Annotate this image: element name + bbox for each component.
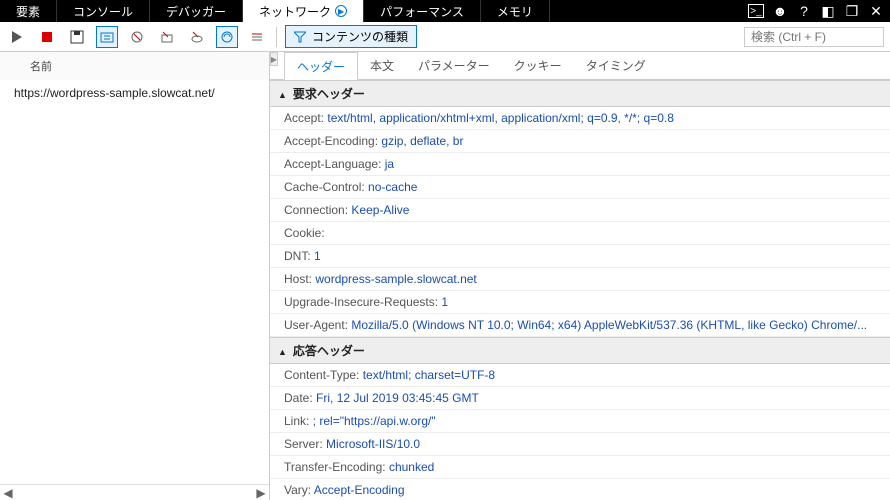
header-key: User-Agent:: [284, 318, 348, 332]
header-value: Accept-Encoding: [314, 483, 405, 497]
header-row[interactable]: Upgrade-Insecure-Requests: 1: [270, 291, 890, 314]
header-key: Upgrade-Insecure-Requests:: [284, 295, 438, 309]
header-key: Connection:: [284, 203, 348, 217]
tab-elements[interactable]: 要素: [0, 0, 57, 22]
header-key: Accept:: [284, 111, 324, 125]
header-value: chunked: [389, 460, 434, 474]
name-column-header[interactable]: 名前: [0, 52, 269, 80]
header-row[interactable]: Host: wordpress-sample.slowcat.net: [270, 268, 890, 291]
collapse-triangle-icon: ▲: [278, 347, 287, 357]
header-row[interactable]: Content-Type: text/html; charset=UTF-8: [270, 364, 890, 387]
top-right-controls: >_ ☻ ? ◧ ❐ ✕: [742, 0, 890, 22]
network-play-icon: ▶: [335, 5, 347, 17]
header-row[interactable]: User-Agent: Mozilla/5.0 (Windows NT 10.0…: [270, 314, 890, 337]
header-row[interactable]: Link: ; rel="https://api.w.org/": [270, 410, 890, 433]
header-value: gzip, deflate, br: [381, 134, 463, 148]
feedback-icon[interactable]: ☻: [772, 3, 788, 19]
tab-debugger[interactable]: デバッガー: [150, 0, 243, 22]
tab-body[interactable]: 本文: [358, 52, 406, 79]
clear-cache-button[interactable]: [156, 26, 178, 48]
close-icon[interactable]: ✕: [868, 3, 884, 20]
request-headers-section[interactable]: ▲要求ヘッダー: [270, 80, 890, 107]
play-pause-button[interactable]: [6, 26, 28, 48]
header-value: Microsoft-IIS/10.0: [326, 437, 420, 451]
tab-network-label: ネットワーク: [259, 3, 331, 20]
clear-entries-button[interactable]: [246, 26, 268, 48]
horizontal-scrollbar[interactable]: ◀ ▶: [0, 484, 269, 500]
undock-icon[interactable]: ❐: [844, 3, 860, 20]
header-value: text/html, application/xhtml+xml, applic…: [327, 111, 674, 125]
tab-timing[interactable]: タイミング: [574, 52, 658, 79]
clear-session-button[interactable]: [126, 26, 148, 48]
dock-icon[interactable]: ◧: [820, 3, 836, 20]
console-drawer-icon[interactable]: >_: [748, 4, 764, 18]
header-key: Content-Type:: [284, 368, 359, 382]
header-value: Mozilla/5.0 (Windows NT 10.0; Win64; x64…: [351, 318, 867, 332]
header-row[interactable]: Transfer-Encoding: chunked: [270, 456, 890, 479]
header-row[interactable]: Cache-Control: no-cache: [270, 176, 890, 199]
header-row[interactable]: Accept: text/html, application/xhtml+xml…: [270, 107, 890, 130]
header-key: Accept-Language:: [284, 157, 381, 171]
details-tabs: ヘッダー 本文 パラメーター クッキー タイミング: [270, 52, 890, 80]
search-input[interactable]: [744, 27, 884, 47]
header-row[interactable]: Date: Fri, 12 Jul 2019 03:45:45 GMT: [270, 387, 890, 410]
header-key: DNT:: [284, 249, 311, 263]
collapse-triangle-icon: ▲: [278, 90, 287, 100]
header-row[interactable]: Connection: Keep-Alive: [270, 199, 890, 222]
response-headers-section[interactable]: ▲応答ヘッダー: [270, 337, 890, 364]
header-value: Fri, 12 Jul 2019 03:45:45 GMT: [316, 391, 479, 405]
clear-cookies-button[interactable]: [186, 26, 208, 48]
bypass-sw-button[interactable]: [216, 26, 238, 48]
header-key: Host:: [284, 272, 312, 286]
header-key: Vary:: [284, 483, 311, 497]
header-value: text/html; charset=UTF-8: [363, 368, 495, 382]
header-key: Accept-Encoding:: [284, 134, 378, 148]
content-type-filter[interactable]: コンテンツの種類: [285, 25, 417, 48]
search-box: [744, 27, 884, 47]
filter-label: コンテンツの種類: [312, 28, 408, 45]
header-row[interactable]: Cookie:: [270, 222, 890, 245]
header-row[interactable]: DNT: 1: [270, 245, 890, 268]
headers-body: ▲要求ヘッダーAccept: text/html, application/xh…: [270, 80, 890, 500]
requests-pane: 名前 https://wordpress-sample.slowcat.net/…: [0, 52, 270, 500]
header-row[interactable]: Server: Microsoft-IIS/10.0: [270, 433, 890, 456]
main-split: 名前 https://wordpress-sample.slowcat.net/…: [0, 52, 890, 500]
tab-performance[interactable]: パフォーマンス: [364, 0, 481, 22]
save-button[interactable]: [66, 26, 88, 48]
collapse-grip-icon[interactable]: ▶: [270, 52, 278, 66]
request-row[interactable]: https://wordpress-sample.slowcat.net/: [0, 80, 269, 106]
toolbar-divider: [276, 27, 277, 47]
tab-memory[interactable]: メモリ: [481, 0, 550, 22]
header-value: Keep-Alive: [351, 203, 409, 217]
header-value: ; rel="https://api.w.org/": [313, 414, 436, 428]
scroll-right-icon[interactable]: ▶: [253, 486, 269, 500]
header-key: Date:: [284, 391, 313, 405]
tab-network[interactable]: ネットワーク ▶: [243, 0, 364, 22]
filter-icon: [294, 31, 306, 43]
header-key: Transfer-Encoding:: [284, 460, 386, 474]
header-key: Cache-Control:: [284, 180, 365, 194]
devtools-tabs: 要素 コンソール デバッガー ネットワーク ▶ パフォーマンス メモリ >_ ☻…: [0, 0, 890, 22]
network-toolbar: コンテンツの種類: [0, 22, 890, 52]
tab-cookies[interactable]: クッキー: [502, 52, 574, 79]
details-pane: ▶ ヘッダー 本文 パラメーター クッキー タイミング ▲要求ヘッダーAccep…: [270, 52, 890, 500]
header-value: no-cache: [368, 180, 417, 194]
help-icon[interactable]: ?: [796, 3, 812, 19]
header-key: Cookie:: [284, 226, 325, 240]
stop-button[interactable]: [36, 26, 58, 48]
header-key: Server:: [284, 437, 323, 451]
header-value: 1: [441, 295, 448, 309]
tab-console[interactable]: コンソール: [57, 0, 150, 22]
header-row[interactable]: Accept-Language: ja: [270, 153, 890, 176]
header-row[interactable]: Vary: Accept-Encoding: [270, 479, 890, 500]
header-row[interactable]: Accept-Encoding: gzip, deflate, br: [270, 130, 890, 153]
header-value: ja: [385, 157, 394, 171]
preserve-log-button[interactable]: [96, 26, 118, 48]
header-value: 1: [314, 249, 321, 263]
tab-headers[interactable]: ヘッダー: [284, 52, 358, 80]
tab-parameters[interactable]: パラメーター: [406, 52, 502, 79]
header-key: Link:: [284, 414, 309, 428]
header-value: wordpress-sample.slowcat.net: [315, 272, 476, 286]
scroll-left-icon[interactable]: ◀: [0, 486, 16, 500]
